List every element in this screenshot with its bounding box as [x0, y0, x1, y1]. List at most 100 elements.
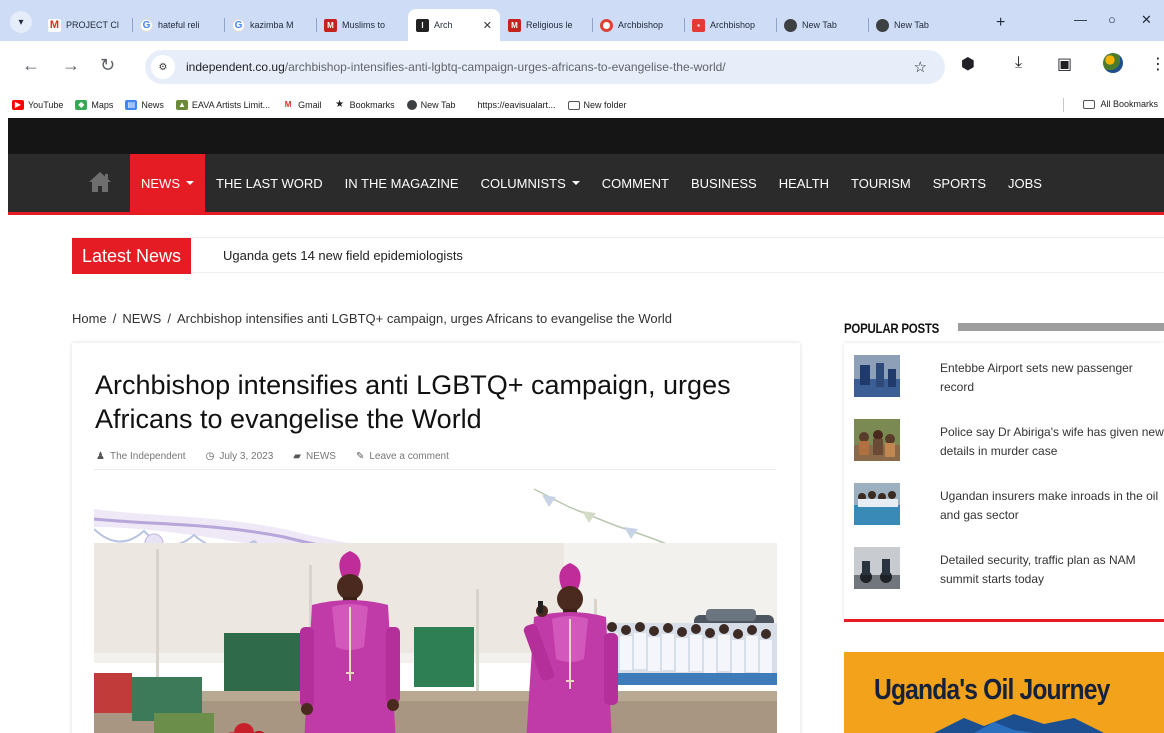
bookmark-label: Bookmarks: [349, 100, 395, 110]
breadcrumb-separator: /: [167, 311, 171, 326]
nav-business[interactable]: BUSINESS: [680, 154, 768, 212]
bookmark-label: EAVA Artists Limit...: [191, 100, 271, 110]
date-text: July 3, 2023: [219, 451, 274, 462]
bookmarks-bar: ▶ YouTube ◆ Maps ▤ News ▲ EAVA Artists Limit…: [0, 92, 1164, 118]
bookmark-eava[interactable]: ▲ EAVA Artists Limit...: [175, 100, 271, 110]
bookmark-maps[interactable]: ◆ Maps: [75, 100, 113, 110]
post-thumbnail[interactable]: [854, 355, 900, 397]
bookmark-bookmarks[interactable]: ★ Bookmarks: [334, 100, 395, 111]
nav-label: TOURISM: [851, 175, 911, 191]
popular-posts-header: POPULAR POSTS: [844, 318, 1164, 338]
nav-news[interactable]: NEWS: [130, 154, 205, 212]
nav-in-the-magazine[interactable]: IN THE MAGAZINE: [334, 154, 470, 212]
maximize-icon[interactable]: ○: [1108, 12, 1116, 27]
profile-avatar[interactable]: [1103, 53, 1123, 73]
minimize-icon[interactable]: —: [1074, 12, 1087, 27]
bookmark-youtube[interactable]: ▶ YouTube: [12, 100, 63, 110]
nav-items: NEWS THE LAST WORD IN THE MAGAZINE COLUM…: [130, 154, 1053, 212]
article-comment-link[interactable]: ✎ Leave a comment: [356, 451, 449, 462]
tab-archbishop-3[interactable]: ▪ Archbishop: [684, 9, 776, 41]
breadcrumb-home[interactable]: Home: [72, 311, 107, 326]
newtab-icon: [784, 18, 797, 32]
tab-religious[interactable]: M Religious le: [500, 9, 592, 41]
monitor-icon: M: [508, 18, 521, 32]
tab-new-1[interactable]: New Tab: [776, 9, 868, 41]
nav-jobs[interactable]: JOBS: [997, 154, 1053, 212]
side-panel-icon[interactable]: ▣: [1057, 54, 1072, 74]
bookmark-gmail[interactable]: M Gmail: [282, 100, 322, 110]
article-author[interactable]: ♟ The Independent: [96, 451, 186, 462]
popular-post-item[interactable]: Detailed security, traffic plan as NAM s…: [854, 543, 1164, 591]
chevron-down-icon: [571, 181, 580, 185]
tab-archbishop-active[interactable]: I Arch ✕: [408, 9, 500, 41]
popular-post-item[interactable]: Entebbe Airport sets new passenger recor…: [854, 351, 1164, 399]
popular-post-title[interactable]: Police say Dr Abiriga's wife has given n…: [940, 423, 1164, 461]
address-bar[interactable]: ⚙ independent.co.ug/archbishop-intensifi…: [145, 50, 945, 84]
back-arrow-icon[interactable]: ←: [22, 55, 40, 75]
close-window-icon[interactable]: ✕: [1141, 12, 1152, 28]
breadcrumb-section[interactable]: NEWS: [122, 311, 161, 326]
tab-kazimba[interactable]: G kazimba M: [224, 9, 316, 41]
nav-comment[interactable]: COMMENT: [591, 154, 680, 212]
download-icon[interactable]: ⤓: [1015, 54, 1022, 72]
forward-arrow-icon[interactable]: →: [62, 55, 80, 75]
nav-tourism[interactable]: TOURISM: [840, 154, 922, 212]
popular-post-item[interactable]: Police say Dr Abiriga's wife has given n…: [854, 415, 1164, 463]
post-thumbnail[interactable]: [854, 483, 900, 525]
nav-health[interactable]: HEALTH: [768, 154, 840, 212]
site-info-icon[interactable]: ⚙: [151, 55, 175, 79]
article-category[interactable]: ▰ NEWS: [293, 451, 336, 462]
latest-news-headline[interactable]: Uganda gets 14 new field epidemiologists: [223, 248, 463, 263]
bookmark-label: New folder: [583, 100, 627, 110]
tab-archbishop-2[interactable]: Archbishop: [592, 9, 684, 41]
bookmark-label: News: [141, 100, 164, 110]
red-news-icon: ▪: [692, 18, 705, 32]
latest-news-label: Latest News: [72, 238, 192, 274]
bookmark-new-folder[interactable]: New folder: [567, 100, 627, 110]
popular-posts-rule: [958, 323, 1164, 331]
tab-hateful[interactable]: G hateful reli: [132, 9, 224, 41]
nav-label: COLUMNISTS: [480, 175, 566, 191]
extensions-icon[interactable]: ⬢: [961, 54, 975, 74]
folder-icon: ▰: [293, 451, 301, 462]
bookmark-eavisualart[interactable]: https://eavisualart...: [477, 100, 555, 110]
nav-sports[interactable]: SPORTS: [922, 154, 997, 212]
nav-the-last-word[interactable]: THE LAST WORD: [205, 154, 334, 212]
home-icon[interactable]: [87, 169, 113, 195]
popular-post-item[interactable]: Ugandan insurers make inroads in the oil…: [854, 479, 1164, 527]
tab-title: PROJECT Cl: [66, 20, 119, 30]
latest-news-ticker: Latest News Uganda gets 14 new field epi…: [72, 237, 1164, 274]
nav-label: THE LAST WORD: [216, 175, 323, 191]
all-bookmarks-button[interactable]: All Bookmarks: [1083, 99, 1158, 109]
tab-new-2[interactable]: New Tab: [868, 9, 960, 41]
tab-title: hateful reli: [158, 20, 200, 30]
tab-search-chevron-icon[interactable]: ▾: [10, 11, 32, 33]
bookmarks-divider: [1063, 98, 1064, 112]
oil-journey-advert[interactable]: Uganda's Oil Journey: [844, 652, 1164, 733]
post-thumbnail[interactable]: [854, 547, 900, 589]
category-text: NEWS: [305, 451, 336, 462]
ad-graphic: [934, 714, 1104, 733]
bookmark-new-tab[interactable]: New Tab: [406, 100, 455, 110]
new-tab-plus-icon[interactable]: +: [996, 14, 1005, 32]
menu-kebab-icon[interactable]: ⋮: [1150, 54, 1164, 74]
article-card: Archbishop intensifies anti LGBTQ+ campa…: [72, 343, 800, 733]
nav-columnists[interactable]: COLUMNISTS: [470, 154, 591, 212]
gmail-icon: M: [48, 18, 61, 32]
nav-label: IN THE MAGAZINE: [344, 175, 459, 191]
article-photo-illustration: [94, 488, 777, 733]
post-thumbnail[interactable]: [854, 419, 900, 461]
newtab-icon: [876, 18, 889, 32]
post-title-text: Detailed security, traffic plan as NAM s…: [940, 553, 1136, 586]
popular-post-title[interactable]: Detailed security, traffic plan as NAM s…: [940, 551, 1164, 589]
popular-post-title[interactable]: Entebbe Airport sets new passenger recor…: [940, 359, 1164, 397]
tab-muslims[interactable]: M Muslims to: [316, 9, 408, 41]
bookmark-news[interactable]: ▤ News: [125, 100, 164, 110]
popular-post-title[interactable]: Ugandan insurers make inroads in the oil…: [940, 487, 1164, 525]
url-text[interactable]: independent.co.ug/archbishop-intensifies…: [186, 60, 726, 74]
close-tab-icon[interactable]: ✕: [483, 19, 492, 32]
reload-icon[interactable]: ↻: [100, 55, 115, 75]
independent-icon: I: [416, 18, 429, 32]
tab-project[interactable]: M PROJECT Cl: [40, 9, 132, 41]
bookmark-star-icon[interactable]: ☆: [914, 58, 927, 76]
